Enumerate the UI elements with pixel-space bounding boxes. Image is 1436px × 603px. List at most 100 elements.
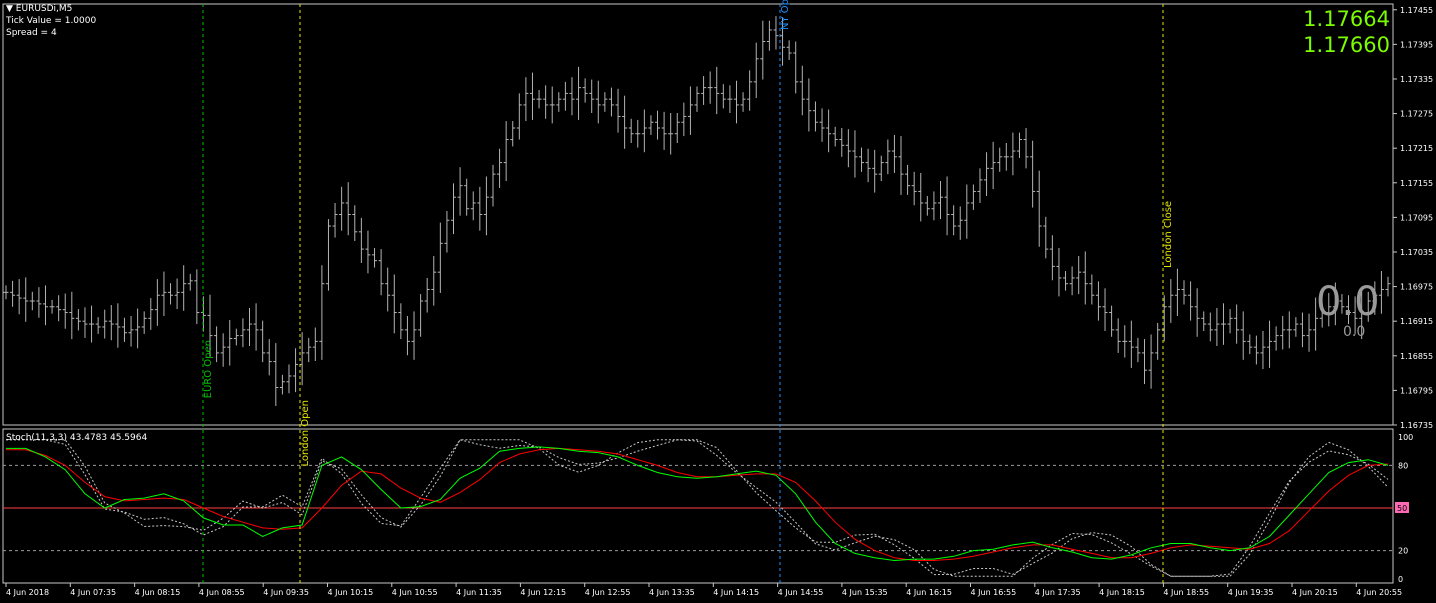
ohlc-bar	[345, 182, 351, 236]
ohlc-bar	[1234, 304, 1240, 344]
ohlc-bar	[200, 296, 206, 332]
counter-small: 0.0	[1343, 324, 1366, 340]
ohlc-bar	[246, 307, 252, 346]
ohlc-bar	[911, 171, 917, 206]
stochastic-pane-frame	[2, 428, 1394, 584]
time-axis-label: 4 Jun 19:35	[1228, 588, 1274, 597]
ohlc-bar	[168, 283, 174, 305]
ohlc-bar	[385, 267, 391, 312]
ohlc-bar	[845, 129, 851, 168]
ohlc-bar	[859, 147, 865, 172]
ohlc-bar	[529, 72, 535, 120]
ohlc-bar	[1168, 279, 1174, 323]
stoch-axis-label: 0	[1398, 575, 1403, 584]
ohlc-bar	[1076, 256, 1082, 295]
ohlc-bar	[1082, 251, 1088, 305]
time-axis-label: 4 Jun 14:15	[713, 588, 759, 597]
ohlc-bar	[1095, 281, 1101, 321]
ohlc-bar	[135, 308, 141, 349]
ohlc-bar	[608, 87, 614, 117]
time-axis-label: 4 Jun 20:55	[1356, 588, 1402, 597]
ohlc-bar	[727, 85, 733, 113]
ohlc-bar	[536, 89, 542, 109]
ohlc-bar	[260, 320, 266, 363]
stoch-axis-label: 80	[1398, 461, 1408, 470]
ohlc-bar	[839, 127, 845, 157]
ohlc-bar	[82, 307, 88, 338]
ohlc-bar	[562, 81, 568, 111]
ohlc-bar	[332, 202, 338, 238]
time-axis-label: 4 Jun 20:15	[1292, 588, 1338, 597]
ohlc-bar	[1227, 309, 1233, 334]
price-axis-label: 1.17215	[1400, 144, 1433, 153]
ohlc-bar	[108, 305, 114, 341]
ohlc-bar	[1280, 316, 1286, 350]
ohlc-bar	[451, 183, 457, 235]
ohlc-bar	[984, 152, 990, 197]
ohlc-bar	[411, 311, 417, 360]
bid-quote: 1.17660	[1303, 33, 1390, 57]
price-axis-label: 1.17335	[1400, 75, 1433, 84]
chart-area[interactable]: 1.17455 1.17395 1.17335 1.17275 1.17215 1.171…	[0, 0, 1436, 603]
ohlc-bar	[1378, 271, 1384, 314]
ny-open-session-label: NY Open	[780, 0, 791, 30]
ohlc-bar	[214, 326, 220, 363]
ohlc-bar	[977, 168, 983, 203]
ohlc-bar	[148, 298, 154, 330]
ohlc-bar	[957, 206, 963, 240]
symbol-label: EURUSDi,M5	[15, 4, 73, 14]
ohlc-bar	[872, 149, 878, 193]
ohlc-bar	[141, 311, 147, 334]
ohlc-bar	[556, 92, 562, 112]
ohlc-bar	[273, 343, 279, 406]
ohlc-bar	[1089, 274, 1095, 305]
price-axis-label: 1.16855	[1400, 352, 1433, 361]
ohlc-bar	[661, 111, 667, 150]
ohlc-bar	[1174, 268, 1180, 317]
ohlc-bar	[1030, 140, 1036, 208]
ohlc-bar	[1201, 311, 1207, 331]
london-close-session-label: London Close	[1163, 201, 1174, 268]
ohlc-bar	[766, 20, 772, 51]
time-axis-label: 4 Jun 16:15	[906, 588, 952, 597]
ohlc-bar	[510, 121, 516, 147]
ohlc-bar	[898, 136, 904, 195]
ohlc-bar	[964, 184, 970, 239]
ohlc-bar	[990, 141, 996, 190]
symbol-header[interactable]: ▼ EURUSDi,M5	[6, 4, 72, 15]
ohlc-bar	[1023, 127, 1029, 169]
ohlc-bar	[457, 167, 463, 216]
ohlc-bar	[885, 139, 891, 175]
ohlc-bar	[1299, 312, 1305, 348]
ohlc-bar	[1069, 266, 1075, 296]
ohlc-bar	[490, 164, 496, 207]
ohlc-bar	[786, 40, 792, 60]
time-axis-label: 4 Jun 11:35	[456, 588, 502, 597]
ohlc-bar	[1043, 216, 1049, 259]
ohlc-bar	[220, 333, 226, 367]
ohlc-bar	[819, 108, 825, 142]
ohlc-bar	[740, 92, 746, 112]
ohlc-bar	[1036, 170, 1042, 247]
ohlc-bar	[1220, 303, 1226, 345]
ohlc-bar	[36, 287, 42, 318]
ohlc-bar	[10, 280, 16, 307]
price-axis-label: 1.16915	[1400, 317, 1433, 326]
ohlc-bar	[569, 77, 575, 116]
ohlc-bar	[918, 172, 924, 222]
ohlc-bar	[174, 278, 180, 310]
stochastic-pane: 100 80 50 20 0	[2, 428, 1413, 584]
london-open-session-label: London Open	[300, 400, 311, 467]
ohlc-bar	[1148, 334, 1154, 389]
ohlc-bar	[924, 196, 930, 216]
ohlc-bar	[1385, 276, 1391, 297]
collapse-triangle-icon[interactable]: ▼	[6, 4, 16, 14]
ohlc-bar	[352, 205, 358, 242]
counter-big: 0.0	[1316, 279, 1380, 325]
ohlc-bar	[1102, 288, 1108, 331]
ohlc-bar	[648, 115, 654, 135]
stoch-main-line	[6, 446, 1389, 562]
ohlc-bar	[760, 20, 766, 80]
ohlc-bar	[602, 92, 608, 112]
ohlc-bar	[674, 112, 680, 143]
